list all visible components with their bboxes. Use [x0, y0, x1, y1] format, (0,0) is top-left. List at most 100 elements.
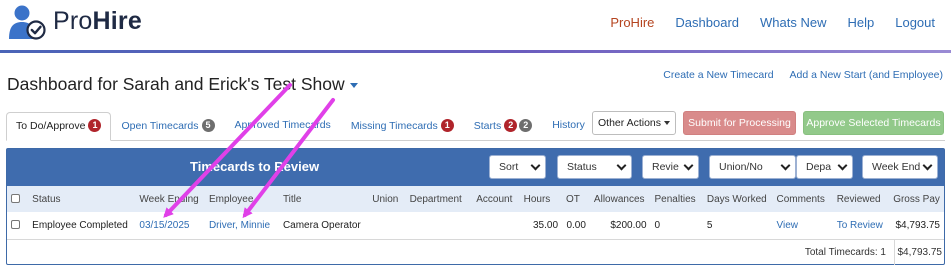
- union-cell: [368, 212, 405, 238]
- chevron-down-icon: [837, 160, 848, 171]
- column-header[interactable]: Comments: [772, 186, 833, 212]
- other-actions-label: Other Actions: [597, 117, 662, 129]
- tab-starts[interactable]: Starts 2 2: [464, 112, 542, 141]
- tab-open-timecards[interactable]: Open Timecards 5: [111, 112, 224, 141]
- sort-select[interactable]: Sort: [489, 155, 546, 179]
- chevron-down-icon: [780, 160, 791, 171]
- table-header-row: Status Week Ending Employee Title Union …: [7, 186, 944, 212]
- tab-label: Missing Timecards: [350, 120, 438, 132]
- top-navbar: ProHire ProHire Dashboard Whats New Help…: [0, 0, 951, 50]
- tab-label: Approved Timecards: [234, 119, 331, 131]
- allowances-cell: $200.00: [610, 219, 647, 231]
- timecards-table: Status Week Ending Employee Title Union …: [7, 186, 944, 238]
- select-label: Union/No: [719, 161, 763, 173]
- nav-prohire[interactable]: ProHire: [610, 15, 654, 30]
- nav-whats-new[interactable]: Whats New: [760, 15, 826, 30]
- tab-approved-timecards[interactable]: Approved Timecards: [225, 112, 341, 141]
- nav-help[interactable]: Help: [847, 15, 874, 30]
- days-worked-cell: 5: [706, 219, 713, 231]
- tab-history[interactable]: History: [542, 112, 595, 141]
- employee-link[interactable]: Driver, Minnie: [205, 212, 279, 238]
- select-label: Revie: [652, 161, 679, 173]
- column-header[interactable]: Penalties: [650, 186, 703, 212]
- chevron-down-icon[interactable]: [349, 82, 358, 88]
- department-cell: [406, 212, 473, 238]
- brand-light: Pro: [53, 7, 93, 35]
- select-label: Status: [567, 161, 597, 173]
- comments-view-link[interactable]: View: [772, 212, 832, 238]
- ot-cell: 0.00: [566, 219, 586, 231]
- tab-to-do-approve[interactable]: To Do/Approve 1: [6, 112, 112, 141]
- department-select[interactable]: Depa: [796, 155, 853, 179]
- dashboard-title-text: Dashboard for Sarah and Erick's Test Sho…: [7, 74, 345, 94]
- column-header[interactable]: Status: [28, 186, 136, 212]
- select-all-cell: [7, 186, 29, 212]
- caret-down-icon: [664, 121, 671, 125]
- table-footer: Total Timecards: 1 $4,793.75: [7, 239, 944, 265]
- timecards-panel: Timecards to Review Sort Status Revie Un…: [6, 148, 945, 265]
- panel-header: Timecards to Review Sort Status Revie Un…: [7, 149, 944, 186]
- row-checkbox[interactable]: [11, 220, 20, 230]
- total-gross-pay: $4,793.75: [897, 247, 943, 258]
- other-actions-button[interactable]: Other Actions: [592, 111, 676, 135]
- to-review-link[interactable]: To Review: [833, 212, 890, 238]
- status-cell: Employee Completed: [32, 219, 128, 231]
- tab-label: Starts: [473, 120, 502, 132]
- nav-logout[interactable]: Logout: [895, 15, 935, 30]
- header-divider: [0, 50, 951, 53]
- column-header[interactable]: Title: [278, 186, 369, 212]
- top-nav-links: ProHire Dashboard Whats New Help Logout: [589, 15, 935, 30]
- union-select[interactable]: Union/No: [709, 155, 796, 179]
- week-ending-link[interactable]: 03/15/2025: [135, 212, 205, 238]
- row-select-cell: [7, 212, 28, 238]
- column-header[interactable]: Union: [368, 186, 406, 212]
- add-start-link[interactable]: Add a New Start (and Employee): [790, 69, 944, 81]
- penalties-cell: 0: [654, 219, 661, 231]
- count-badge: 2: [519, 119, 533, 132]
- footer-divider: [894, 240, 895, 265]
- chevron-down-icon: [616, 160, 627, 171]
- hours-cell: 35.00: [532, 219, 559, 231]
- column-header[interactable]: OT: [562, 186, 590, 212]
- column-header[interactable]: Days Worked: [702, 186, 773, 212]
- brand-name[interactable]: ProHire: [53, 7, 142, 36]
- column-header[interactable]: Week Ending: [135, 186, 205, 212]
- total-timecards-label: Total Timecards: 1: [804, 247, 886, 258]
- column-header[interactable]: Hours: [519, 186, 563, 212]
- gross-pay-cell: $4,793.75: [895, 219, 941, 231]
- tab-label: To Do/Approve: [16, 120, 86, 132]
- count-badge: 2: [504, 119, 518, 132]
- title-cell: Camera Operator: [282, 219, 361, 231]
- nav-dashboard[interactable]: Dashboard: [675, 15, 739, 30]
- table-row: Employee Completed 03/15/2025 Driver, Mi…: [7, 212, 944, 238]
- header-links: Create a New Timecard Add a New Start (a…: [650, 69, 943, 81]
- tab-label: Open Timecards: [121, 120, 199, 132]
- column-header[interactable]: Account: [472, 186, 520, 212]
- status-select[interactable]: Status: [557, 155, 632, 179]
- tab-label: History: [552, 119, 585, 131]
- chevron-down-icon: [530, 160, 541, 171]
- column-header[interactable]: Employee: [204, 186, 279, 212]
- panel-title: Timecards to Review: [190, 159, 320, 174]
- column-header[interactable]: Department: [405, 186, 473, 212]
- tab-divider: [6, 140, 945, 141]
- select-label: Depa: [806, 161, 832, 173]
- create-timecard-link[interactable]: Create a New Timecard: [663, 69, 773, 81]
- chevron-down-icon: [922, 160, 933, 171]
- count-badge: 5: [201, 119, 215, 132]
- approve-selected-button[interactable]: Approve Selected Timecards: [803, 111, 944, 135]
- column-header[interactable]: Reviewed: [832, 186, 890, 212]
- dashboard-title[interactable]: Dashboard for Sarah and Erick's Test Sho…: [7, 74, 358, 95]
- tab-missing-timecards[interactable]: Missing Timecards 1: [341, 112, 464, 141]
- count-badge: 1: [88, 119, 102, 132]
- select-label: Sort: [499, 161, 519, 173]
- column-header[interactable]: Allowances: [589, 186, 651, 212]
- reviewed-select[interactable]: Revie: [642, 155, 699, 179]
- week-end-select[interactable]: Week End: [862, 155, 938, 179]
- select-label: Week End: [872, 161, 921, 173]
- column-header[interactable]: Gross Pay: [889, 186, 944, 212]
- count-badge: 1: [440, 119, 454, 132]
- chevron-down-icon: [683, 160, 694, 171]
- select-all-checkbox[interactable]: [11, 194, 20, 204]
- submit-for-processing-button[interactable]: Submit for Processing: [683, 111, 796, 135]
